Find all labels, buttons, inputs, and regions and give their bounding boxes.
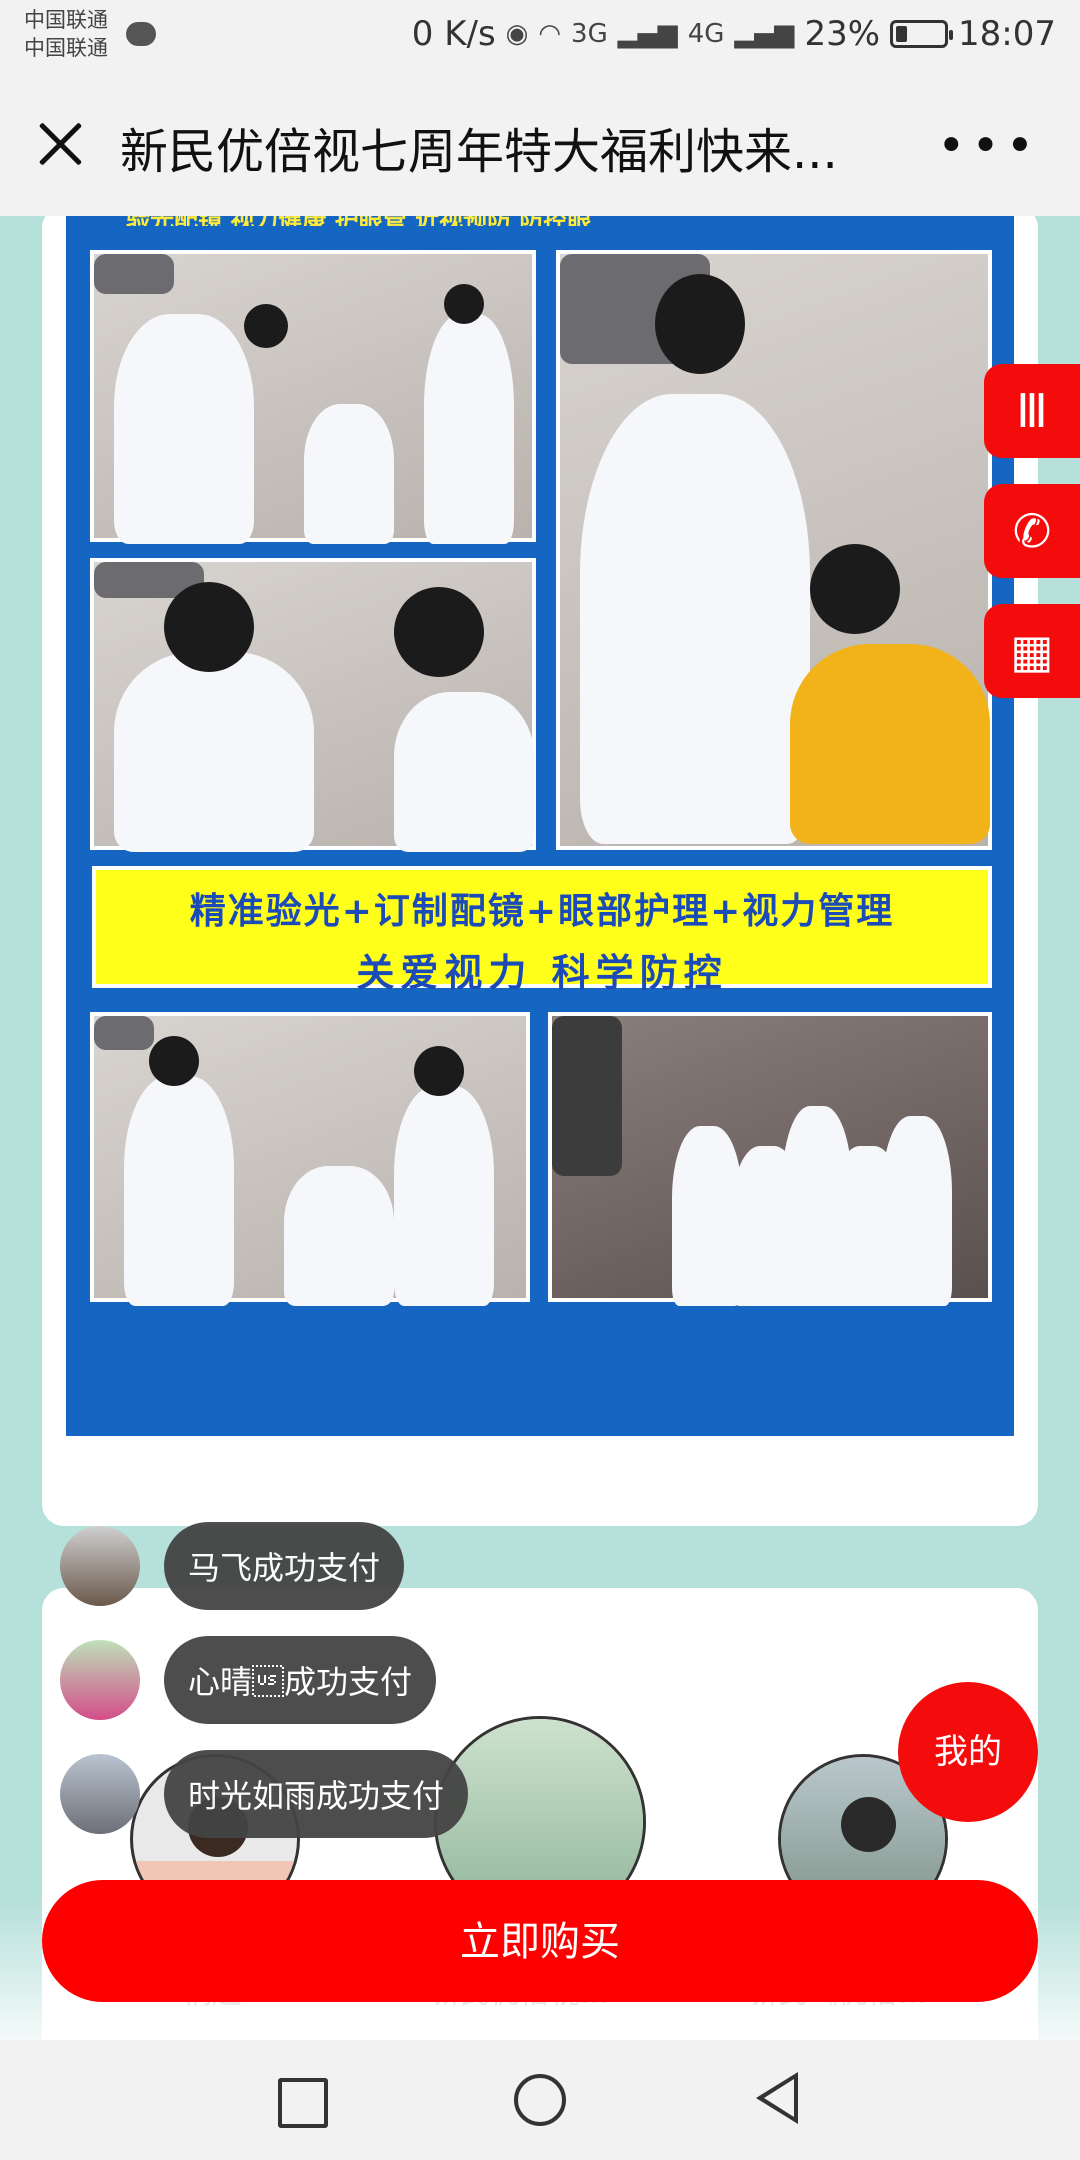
- notification-text: 马飞成功支付: [164, 1522, 405, 1610]
- wifi-icon: ◠: [538, 19, 562, 49]
- avatar: [60, 1754, 140, 1834]
- mine-button[interactable]: 我的: [898, 1682, 1038, 1822]
- carrier-labels: 中国联通 中国联通: [24, 6, 108, 62]
- carrier-1: 中国联通: [24, 8, 108, 32]
- signal-icon-2: ▂▄▆: [734, 19, 795, 49]
- avatar: [60, 1526, 140, 1606]
- status-bar: 中国联通 中国联通 0 K/s ◉ ◠ 3G ▂▄▆ 4G ▂▄▆ 23% 18…: [0, 0, 1080, 72]
- promo-poster: 验光配镜 视力健康 护眼管 近视预防 防控眼: [66, 216, 1014, 1436]
- payment-notification: 时光如雨成功支付: [60, 1750, 469, 1838]
- notification-text: 心晴 成功支付: [164, 1636, 437, 1724]
- carrier-2: 中国联通: [24, 36, 108, 60]
- page-content: 验光配镜 视力健康 护眼管 近视预防 防控眼: [0, 216, 1080, 2040]
- photo-vision-training: [90, 1012, 530, 1306]
- photo-team: [548, 1012, 992, 1306]
- photo-eye-exam: [90, 250, 536, 544]
- buy-now-button[interactable]: 立即购买: [42, 1880, 1038, 2002]
- signal-3g-label: 3G: [571, 19, 608, 49]
- more-options-button[interactable]: •••: [937, 122, 1040, 170]
- payment-notification: 心晴 成功支付: [60, 1636, 437, 1724]
- home-icon[interactable]: [514, 2074, 566, 2126]
- poster-top-strip: 验光配镜 视力健康 护眼管 近视预防 防控眼: [126, 216, 966, 226]
- signal-4g-label: 4G: [687, 19, 725, 49]
- signal-icon: ▂▄▆: [617, 19, 678, 49]
- photo-refraction: [90, 558, 536, 852]
- battery-icon: [890, 20, 954, 48]
- status-right: 0 K/s ◉ ◠ 3G ▂▄▆ 4G ▂▄▆ 23% 18:07: [412, 14, 1056, 54]
- menu-bars-icon[interactable]: Ⅲ: [984, 364, 1080, 458]
- battery-level: [896, 26, 908, 42]
- battery-percent: 23%: [804, 14, 881, 54]
- message-icon: [126, 22, 156, 46]
- qr-code-icon[interactable]: ▦: [984, 604, 1080, 698]
- banner-line-2: 关爱视力 科学防控: [356, 951, 728, 995]
- network-speed: 0 K/s: [411, 14, 496, 54]
- recent-apps-icon[interactable]: [278, 2078, 328, 2128]
- page-title: 新民优倍视七周年特大福利快来...: [120, 124, 838, 180]
- close-icon[interactable]: [30, 114, 90, 174]
- service-banner: 精准验光+订制配镜+眼部护理+视力管理 关爱视力 科学防控: [92, 866, 992, 995]
- avatar: [60, 1640, 140, 1720]
- banner-line-1: 精准验光+订制配镜+眼部护理+视力管理: [189, 891, 895, 932]
- notification-text: 时光如雨成功支付: [164, 1750, 469, 1838]
- navbar: 新民优倍视七周年特大福利快来... •••: [0, 72, 1080, 217]
- phone-icon[interactable]: ✆: [984, 484, 1080, 578]
- photo-examination: [556, 250, 992, 850]
- clock: 18:07: [958, 14, 1056, 54]
- system-nav-bar: [0, 2040, 1080, 2160]
- eye-icon: ◉: [505, 19, 529, 49]
- poster-card: 验光配镜 视力健康 护眼管 近视预防 防控眼: [42, 216, 1038, 1526]
- payment-notification: 马飞成功支付: [60, 1522, 405, 1610]
